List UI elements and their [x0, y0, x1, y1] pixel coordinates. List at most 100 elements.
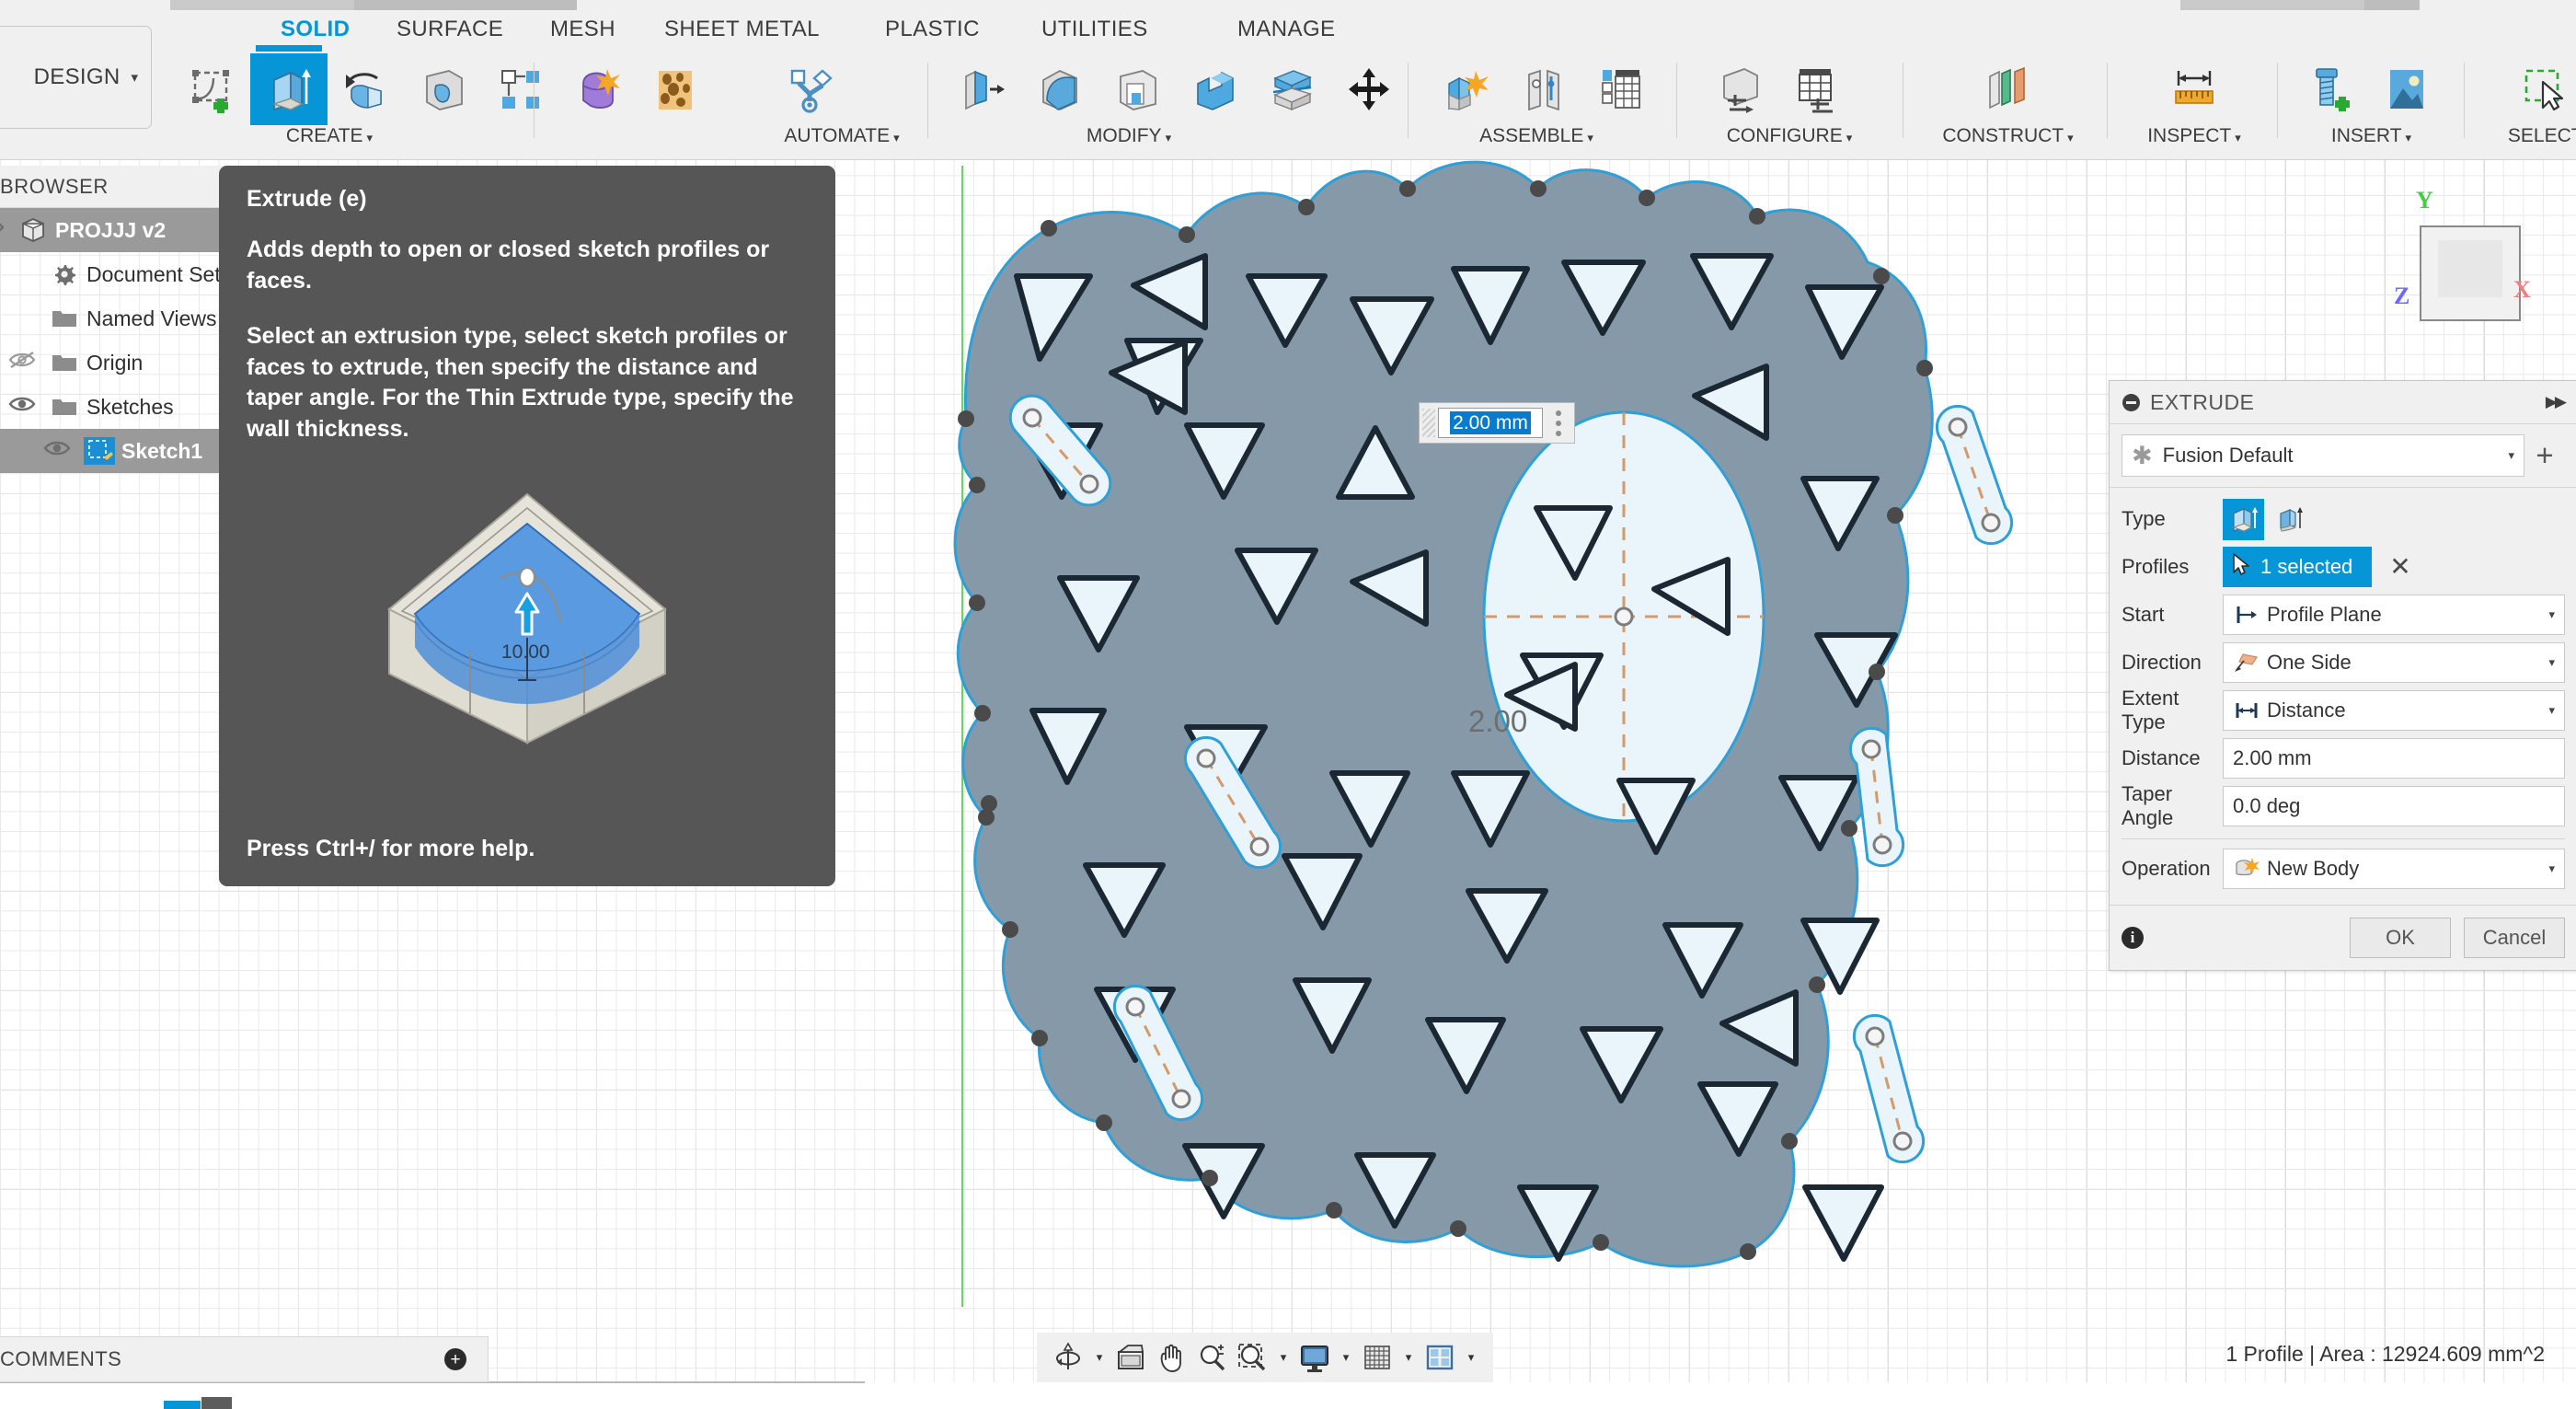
move-copy-button[interactable] [1330, 53, 1408, 125]
press-pull-button[interactable] [944, 53, 1021, 125]
preset-dropdown[interactable]: ✱ Fusion Default ▾ [2122, 434, 2524, 477]
panel-label-inspect[interactable]: INSPECT ▾ [2111, 125, 2277, 147]
panel-label-create[interactable]: CREATE ▾ [228, 125, 431, 147]
tooltip-dimension-label: 10.00 [501, 641, 550, 663]
distance-input[interactable]: 2.00 mm [2223, 738, 2565, 779]
combine-button[interactable] [1176, 53, 1253, 125]
extrude-dialog-body: Type Profiles 1 selected ✕ Start Profile… [2110, 488, 2576, 896]
panel-label-construct[interactable]: CONSTRUCT ▾ [1909, 125, 2107, 147]
dimension-input-widget[interactable]: 2.00 mm [1419, 402, 1575, 444]
tab-plastic[interactable]: PLASTIC [885, 17, 980, 42]
shell-button[interactable] [1098, 53, 1176, 125]
grid-snaps-caret[interactable]: ▾ [1397, 1350, 1420, 1365]
fillet-button[interactable] [1021, 53, 1098, 125]
viewports-button[interactable] [1420, 1337, 1460, 1378]
solid-extrude-icon [2231, 507, 2258, 532]
taper-angle-input[interactable]: 0.0 deg [2223, 786, 2565, 826]
direction-dropdown[interactable]: One Side ▾ [2223, 642, 2565, 683]
look-at-button[interactable] [1110, 1337, 1151, 1378]
offset-plane-button[interactable] [1969, 53, 2046, 125]
axis-label-x: X [2513, 276, 2531, 303]
drag-grip-icon[interactable] [1422, 409, 1435, 437]
eye-hidden-icon[interactable] [2, 351, 42, 375]
double-chevron-right-icon[interactable]: ▶▶ [2546, 393, 2567, 411]
kebab-menu-icon[interactable] [1543, 410, 1574, 436]
new-component-button[interactable] [1428, 53, 1505, 125]
zoom-window-caret[interactable]: ▾ [1272, 1350, 1294, 1365]
viewcube-face[interactable]: TOP [2420, 225, 2521, 321]
add-preset-button[interactable]: + [2524, 440, 2565, 470]
dimension-input-field[interactable]: 2.00 mm [1438, 408, 1543, 438]
zoom-icon [1200, 1345, 1225, 1371]
automated-modeling-button[interactable] [771, 53, 848, 125]
cancel-button[interactable]: Cancel [2464, 918, 2565, 958]
insert-canvas-button[interactable] [2368, 53, 2445, 125]
form-button[interactable] [559, 53, 637, 125]
folder-icon [42, 307, 86, 329]
comments-bar[interactable]: COMMENTS + [0, 1336, 489, 1382]
tab-surface[interactable]: SURFACE [397, 17, 503, 42]
pattern-button[interactable] [482, 53, 559, 125]
pan-button[interactable] [1151, 1337, 1191, 1378]
thin-extrude-type-button[interactable] [2269, 499, 2310, 540]
configure-table-button[interactable] [1779, 53, 1857, 125]
tab-manage[interactable]: MANAGE [1237, 17, 1335, 42]
grid-snaps-button[interactable] [1357, 1337, 1397, 1378]
viewcube[interactable]: TOP Y X Z [2394, 187, 2531, 321]
panel-label-configure[interactable]: CONFIGURE ▾ [1684, 125, 1895, 147]
orbit-caret[interactable]: ▾ [1088, 1350, 1110, 1365]
insert-canvas-icon [2390, 70, 2423, 109]
plus-circle-icon[interactable]: + [444, 1348, 466, 1370]
eye-visible-icon[interactable] [0, 218, 11, 242]
revolve-button[interactable] [328, 53, 405, 125]
display-settings-caret[interactable]: ▾ [1335, 1350, 1357, 1365]
select-window-button[interactable] [2504, 53, 2576, 125]
sweep-button[interactable] [405, 53, 482, 125]
info-icon[interactable]: i [2122, 927, 2144, 949]
panel-label-insert[interactable]: INSERT ▾ [2282, 125, 2461, 147]
clear-selection-button[interactable]: ✕ [2389, 554, 2410, 580]
panel-select: SELECT▾ [2467, 48, 2576, 156]
configure-button[interactable] [1702, 53, 1779, 125]
bom-button[interactable] [1582, 53, 1660, 125]
field-label-profiles: Profiles [2122, 555, 2190, 578]
zoom-window-button[interactable] [1232, 1337, 1272, 1378]
split-face-button[interactable] [1253, 53, 1330, 125]
timeline-marker-gray[interactable] [201, 1397, 232, 1409]
panel-label-assemble[interactable]: ASSEMBLE ▾ [1417, 125, 1656, 147]
timeline-marker-blue[interactable] [164, 1401, 201, 1409]
panel-label-automate[interactable]: AUTOMATE ▾ [754, 125, 929, 147]
profiles-selection-chip[interactable]: 1 selected [2223, 547, 2373, 587]
mesh-texture-button[interactable] [637, 53, 714, 125]
expand-arrow[interactable]: ▷ [0, 266, 2, 283]
viewports-caret[interactable]: ▾ [1460, 1350, 1482, 1365]
ok-button[interactable]: OK [2350, 918, 2451, 958]
joint-button[interactable] [1505, 53, 1582, 125]
minus-circle-icon[interactable] [2122, 393, 2140, 411]
tab-utilities[interactable]: UTILITIES [1041, 17, 1148, 42]
tab-sheet-metal[interactable]: SHEET METAL [664, 17, 820, 42]
panel-label-modify[interactable]: MODIFY ▾ [931, 125, 1327, 147]
eye-visible-icon[interactable] [2, 395, 42, 419]
orbit-button[interactable] [1048, 1337, 1088, 1378]
tab-mesh[interactable]: MESH [550, 17, 615, 42]
panel-divider [2277, 63, 2278, 138]
chevron-down-icon: ▾ [2548, 607, 2555, 621]
extrude-button[interactable] [250, 45, 328, 125]
expand-arrow[interactable]: ▷ [0, 310, 2, 327]
new-sketch-button[interactable] [173, 53, 250, 125]
start-dropdown[interactable]: Profile Plane ▾ [2223, 595, 2565, 635]
operation-dropdown[interactable]: New Body ▾ [2223, 849, 2565, 889]
bottom-strip [0, 1382, 2576, 1409]
insert-mcmaster-button[interactable] [2291, 53, 2368, 125]
measure-button[interactable] [2156, 53, 2233, 125]
browser-item-label: Sketches [86, 394, 174, 419]
zoom-button[interactable] [1191, 1337, 1232, 1378]
title-strip-segment [170, 0, 354, 10]
eye-visible-icon[interactable] [37, 439, 77, 463]
panel-label-select[interactable]: SELECT▾ [2467, 125, 2576, 147]
solid-extrude-type-button[interactable] [2223, 498, 2264, 540]
display-settings-button[interactable] [1294, 1337, 1335, 1378]
extent-type-dropdown[interactable]: Distance ▾ [2223, 690, 2565, 731]
tab-solid[interactable]: SOLID [281, 17, 350, 42]
